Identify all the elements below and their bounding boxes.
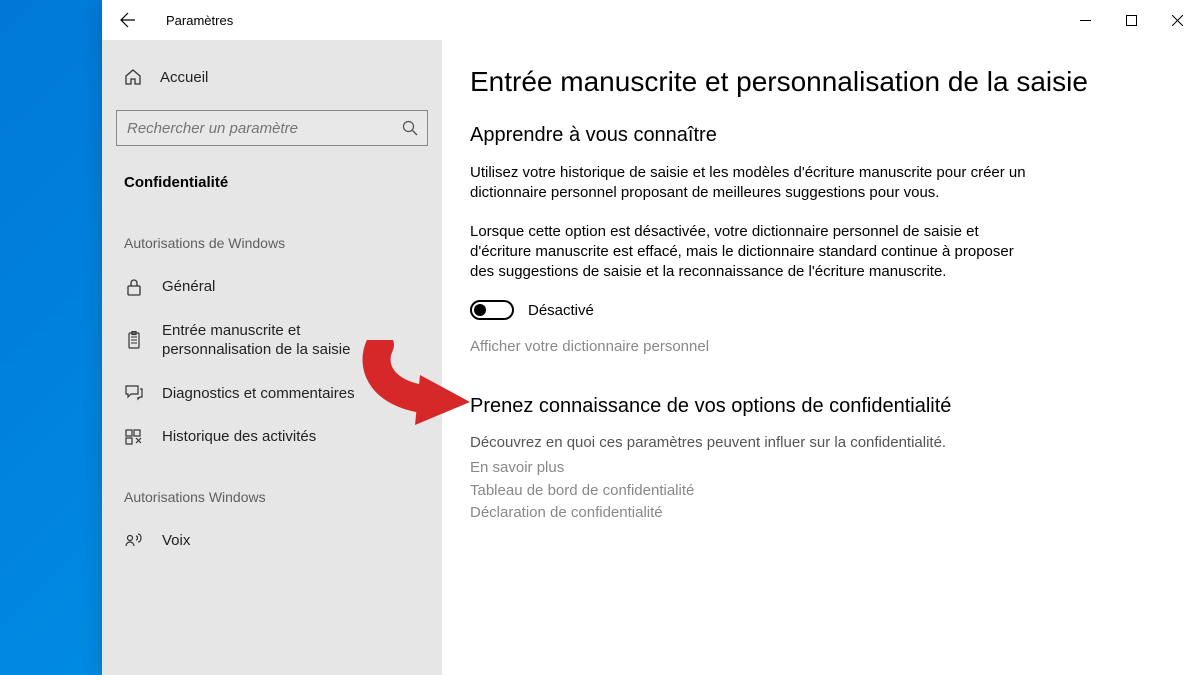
sidebar-item-general[interactable]: Général: [102, 265, 442, 309]
sidebar-item-voice[interactable]: Voix: [102, 519, 442, 563]
sidebar-item-label: Entrée manuscrite et personnalisation de…: [162, 321, 412, 360]
learn-more-link[interactable]: En savoir plus: [470, 457, 1190, 480]
sidebar-item-label: Historique des activités: [162, 427, 316, 447]
description-text: Utilisez votre historique de saisie et l…: [470, 163, 1030, 204]
content-pane: Entrée manuscrite et personnalisation de…: [442, 40, 1200, 675]
maximize-button[interactable]: [1108, 0, 1154, 40]
minimize-button[interactable]: [1062, 0, 1108, 40]
page-title: Entrée manuscrite et personnalisation de…: [470, 66, 1190, 98]
close-icon: [1172, 15, 1183, 26]
toggle-knob: [474, 304, 486, 316]
sidebar: Accueil Confidentialité Autorisations de…: [102, 40, 442, 675]
home-icon: [124, 68, 142, 86]
description-text: Découvrez en quoi ces paramètres peuvent…: [470, 434, 1190, 451]
window-title: Paramètres: [166, 13, 233, 28]
home-label: Accueil: [160, 69, 208, 86]
sidebar-section-title: Confidentialité: [102, 164, 442, 205]
view-personal-dictionary-link[interactable]: Afficher votre dictionnaire personnel: [470, 338, 1190, 355]
history-icon: [124, 429, 144, 445]
lock-icon: [124, 278, 144, 296]
clipboard-icon: [124, 331, 144, 349]
sidebar-item-label: Diagnostics et commentaires: [162, 384, 355, 404]
close-button[interactable]: [1154, 0, 1200, 40]
privacy-dashboard-link[interactable]: Tableau de bord de confidentialité: [470, 480, 1190, 503]
arrow-left-icon: [120, 12, 136, 28]
sidebar-group-label: Autorisations de Windows: [102, 205, 442, 265]
privacy-statement-link[interactable]: Déclaration de confidentialité: [470, 502, 1190, 525]
section-heading: Prenez connaissance de vos options de co…: [470, 395, 1190, 418]
sidebar-item-activity-history[interactable]: Historique des activités: [102, 415, 442, 459]
minimize-icon: [1080, 15, 1091, 26]
titlebar: Paramètres: [102, 0, 1200, 40]
getting-to-know-you-toggle[interactable]: [470, 300, 514, 320]
description-text: Lorsque cette option est désactivée, vot…: [470, 222, 1030, 283]
sidebar-item-label: Général: [162, 277, 215, 297]
search-icon: [402, 120, 418, 136]
sidebar-item-label: Voix: [162, 531, 190, 551]
maximize-icon: [1126, 15, 1137, 26]
settings-window: Paramètres Accueil Confidentialité Autor…: [102, 0, 1200, 675]
sidebar-item-inking[interactable]: Entrée manuscrite et personnalisation de…: [102, 309, 442, 372]
search-input[interactable]: [116, 110, 428, 146]
section-heading: Apprendre à vous connaître: [470, 124, 1190, 147]
voice-icon: [124, 532, 144, 548]
toggle-state-label: Désactivé: [528, 302, 594, 319]
sidebar-group-label: Autorisations Windows: [102, 459, 442, 519]
home-button[interactable]: Accueil: [102, 58, 442, 96]
feedback-icon: [124, 385, 144, 401]
back-button[interactable]: [118, 10, 138, 30]
sidebar-item-diagnostics[interactable]: Diagnostics et commentaires: [102, 372, 442, 416]
